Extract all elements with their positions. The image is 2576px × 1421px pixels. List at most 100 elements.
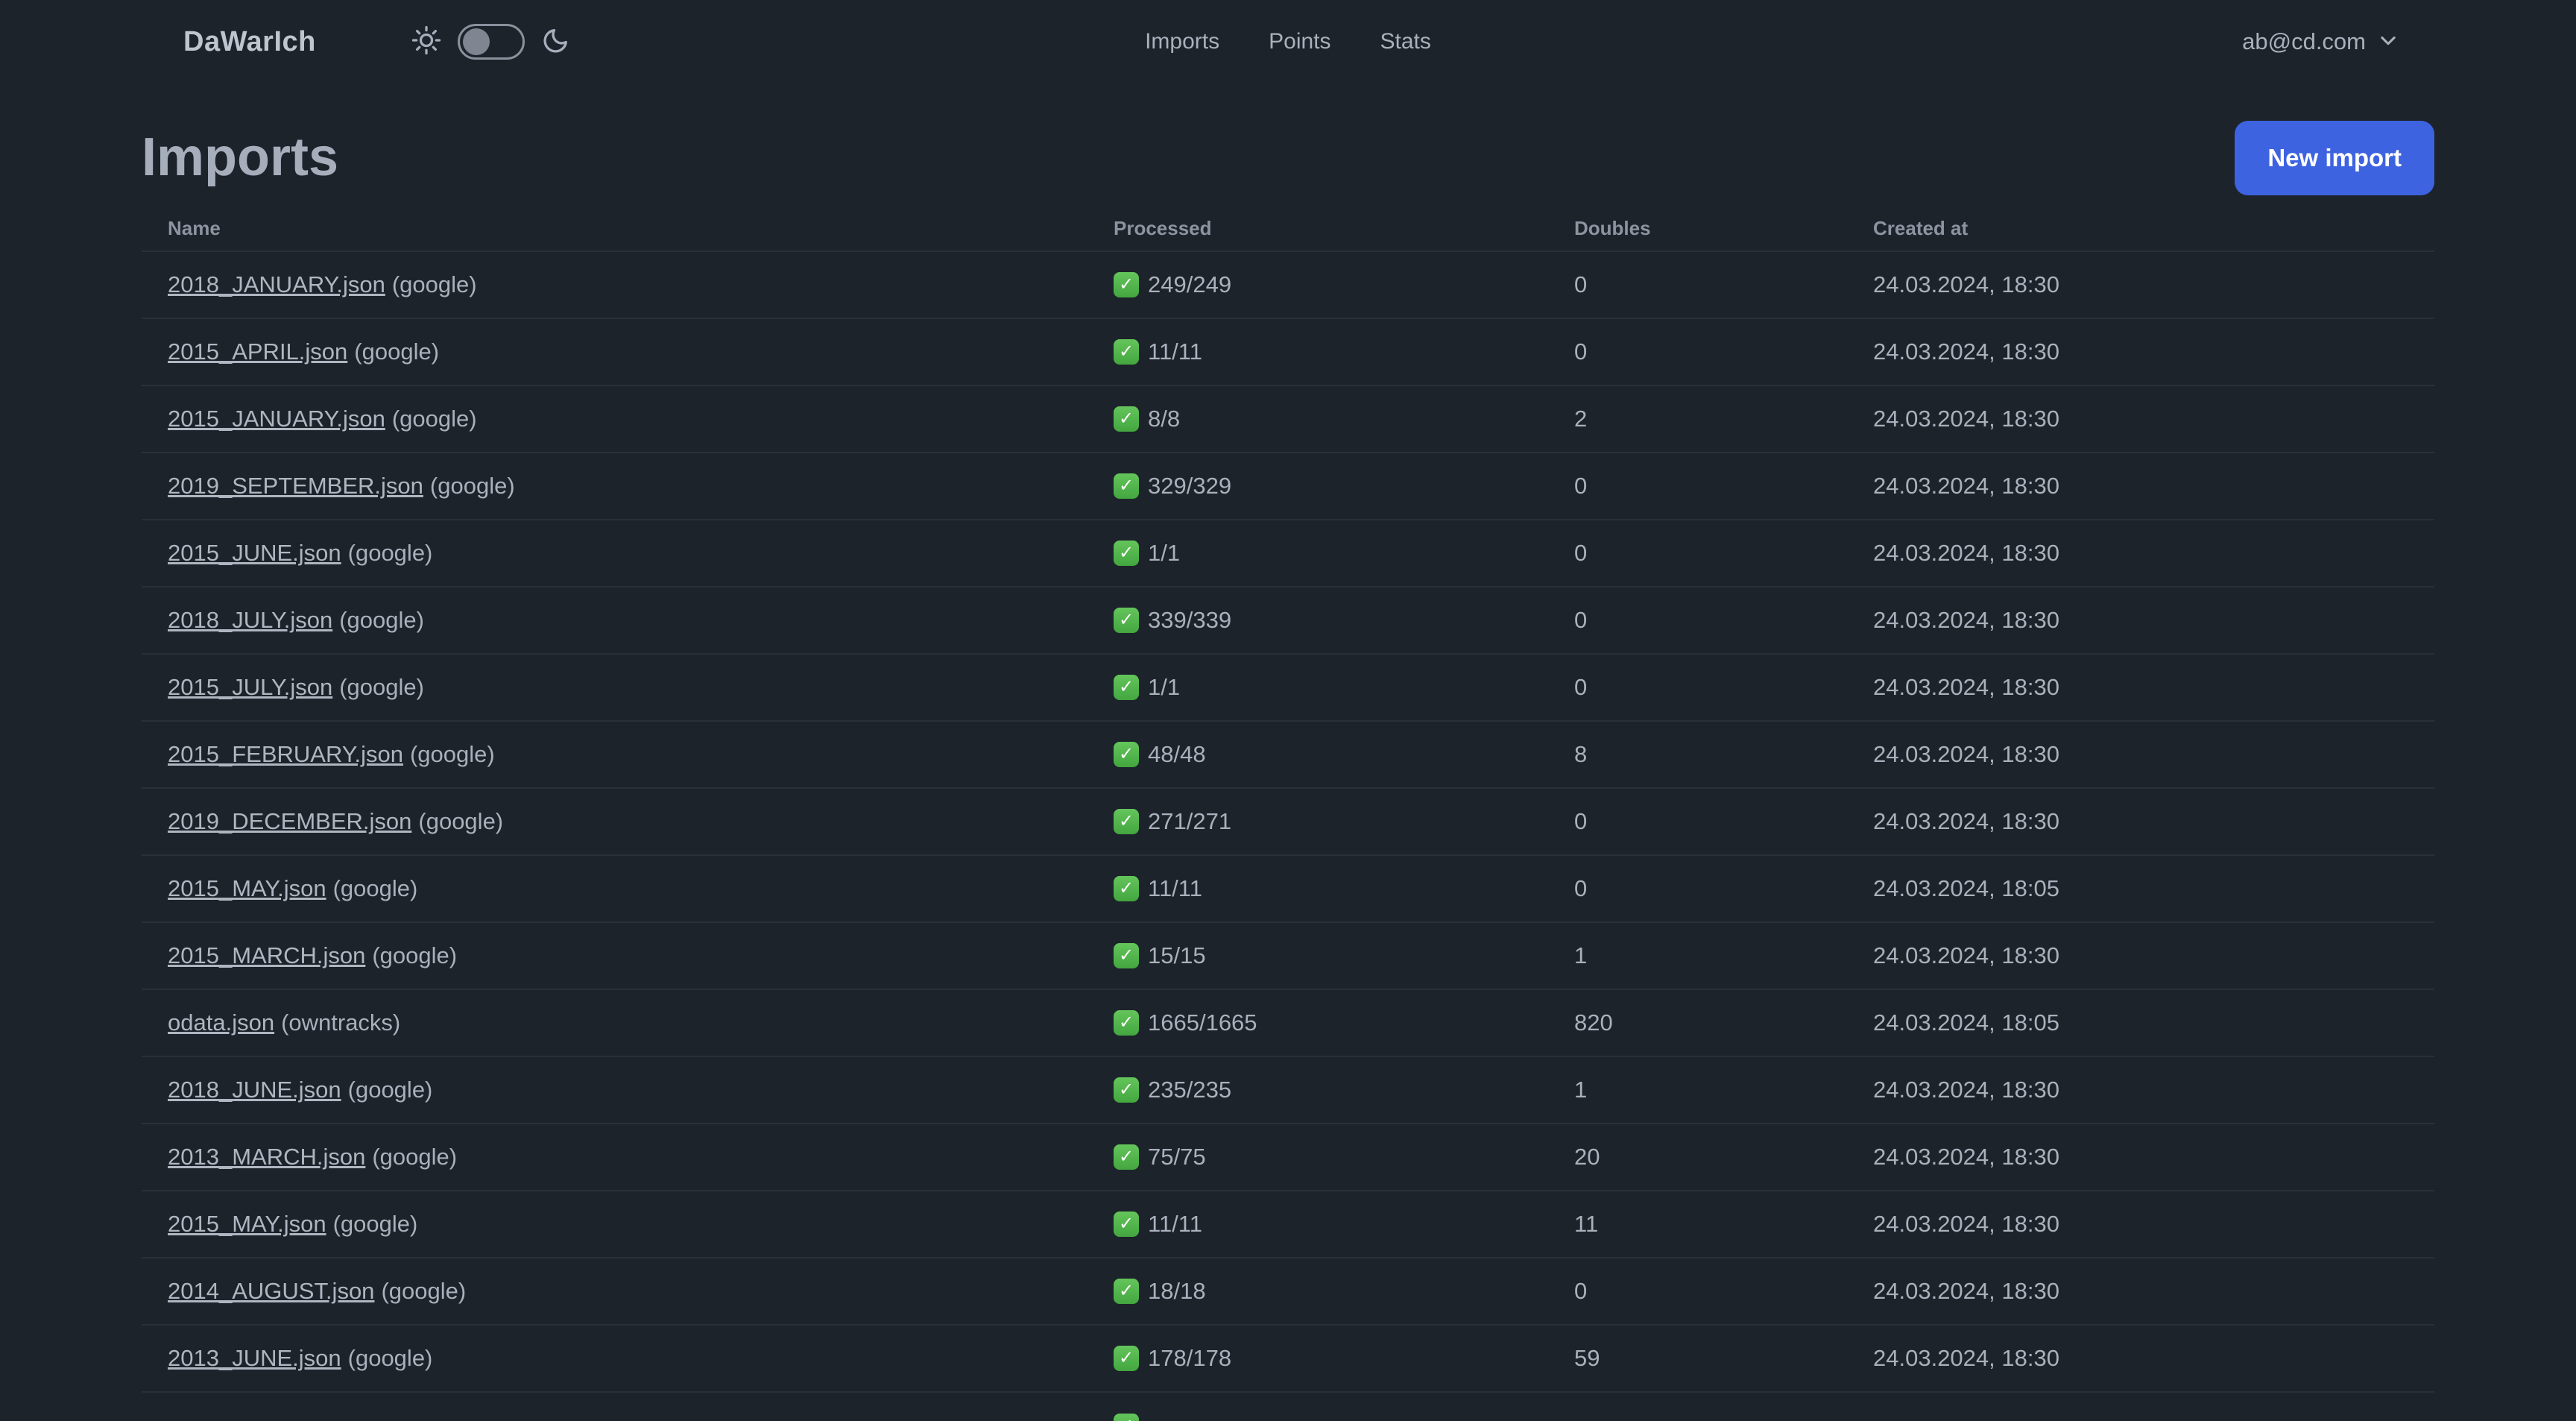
- sun-icon: [411, 25, 441, 59]
- processed-count: 8/8: [1148, 406, 1181, 432]
- import-name-cell: 2019_SEPTEMBER.json (google): [168, 473, 1114, 500]
- import-source-label: (google): [381, 1278, 467, 1304]
- import-created-at-cell: 24.03.2024, 18:30: [1873, 1278, 2059, 1304]
- success-checkmark-icon: ✓: [1114, 675, 1139, 700]
- import-doubles-cell: 0: [1574, 473, 1588, 499]
- success-checkmark-icon: ✓: [1114, 742, 1139, 767]
- processed-count: 235/235: [1148, 1077, 1232, 1103]
- import-name-cell: 2018_JANUARY.json (google): [168, 271, 1114, 298]
- table-row: 2015_MARCH.json (google) ✓ 15/15 1 24.03.…: [142, 923, 2434, 990]
- import-file-link[interactable]: odata.json: [168, 1009, 274, 1036]
- success-checkmark-icon: ✓: [1114, 809, 1139, 834]
- processed-count: 11/11: [1148, 338, 1202, 365]
- import-name-cell: 2013_MARCH.json (google): [168, 1144, 1114, 1170]
- import-processed-cell: ✓ 48/48: [1114, 741, 1574, 768]
- processed-count: 1665/1665: [1148, 1009, 1257, 1036]
- import-doubles-cell: 20: [1574, 1144, 1600, 1170]
- table-row: odata.json (owntracks) ✓ 1665/1665 820 24…: [142, 990, 2434, 1057]
- import-created-at-cell: 24.03.2024, 18:30: [1873, 607, 2059, 633]
- nav-points[interactable]: Points: [1269, 29, 1330, 54]
- import-name-cell: 2013_JUNE.json (google): [168, 1345, 1114, 1372]
- nav-imports[interactable]: Imports: [1145, 29, 1219, 54]
- import-created-at-cell: 24.03.2024, 18:05: [1873, 1009, 2059, 1036]
- table-row: 2018_JULY.json (google) ✓ 339/339 0 24.03…: [142, 587, 2434, 655]
- import-doubles-cell: 0: [1574, 674, 1588, 700]
- import-created-at-cell: 24.03.2024, 18:30: [1873, 1144, 2059, 1170]
- processed-count: 249/249: [1148, 271, 1232, 297]
- import-created-at-cell: 24.03.2024, 18:30: [1873, 473, 2059, 499]
- import-file-link[interactable]: 2015_MARCH.json: [168, 942, 365, 968]
- import-created-at-cell: 24.03.2024, 18:30: [1873, 1345, 2059, 1371]
- import-file-link[interactable]: 2019_SEPTEMBER.json: [168, 473, 423, 499]
- import-processed-cell: ✓ 271/271: [1114, 808, 1574, 835]
- theme-switch[interactable]: [457, 24, 525, 60]
- import-created-at-cell: 24.03.2024, 18:30: [1873, 808, 2059, 834]
- import-doubles-cell: 1: [1574, 1077, 1588, 1103]
- table-row: 2015_JANUARY.json (google) ✓ 8/8 2 24.03.…: [142, 386, 2434, 453]
- import-file-link[interactable]: 2013_MARCH.json: [168, 1144, 365, 1170]
- new-import-button[interactable]: New import: [2235, 121, 2434, 195]
- table-row: 2019_SEPTEMBER.json (google) ✓ 329/329 0 …: [142, 453, 2434, 520]
- col-header-processed: Processed: [1114, 216, 1212, 239]
- import-file-link[interactable]: 2015_JANUARY.json: [168, 406, 385, 432]
- nav-stats[interactable]: Stats: [1380, 29, 1431, 54]
- table-row: 2015_JULY.json (google) ✓ 1/1 0 24.03.202…: [142, 655, 2434, 722]
- import-doubles-cell: 0: [1574, 271, 1588, 297]
- user-email[interactable]: ab@cd.com: [2242, 28, 2366, 55]
- success-checkmark-icon: ✓: [1114, 1414, 1139, 1421]
- theme-switch-knob[interactable]: [462, 28, 490, 55]
- import-processed-cell: ✓ 75/75: [1114, 1144, 1574, 1170]
- processed-count: 18/18: [1148, 1278, 1206, 1304]
- import-source-label: (google): [409, 741, 495, 767]
- import-file-link[interactable]: 2015_MAY.json: [168, 1211, 326, 1237]
- import-file-link[interactable]: 2018_JUNE.json: [168, 1077, 341, 1103]
- import-created-at-cell: 24.03.2024, 18:30: [1873, 540, 2059, 566]
- import-file-link[interactable]: 2015_MAY.json: [168, 875, 326, 901]
- import-processed-cell: ✓ 11/11: [1114, 338, 1574, 365]
- imports-table: Name Processed Doubles Created at 2018_J…: [142, 206, 2434, 1421]
- import-processed-cell: ✓ 178/178: [1114, 1345, 1574, 1372]
- import-processed-cell: ✓ 1/1: [1114, 674, 1574, 701]
- import-file-link[interactable]: 2019_DECEMBER.json: [168, 808, 411, 834]
- import-created-at-cell: 24.03.2024, 18:30: [1873, 942, 2059, 968]
- moon-icon: [541, 25, 571, 59]
- success-checkmark-icon: ✓: [1114, 943, 1139, 968]
- col-header-doubles: Doubles: [1574, 216, 1651, 239]
- import-source-label: (google): [354, 338, 440, 365]
- table-row: 2018_JANUARY.json (google) ✓ 249/249 0 24…: [142, 252, 2434, 319]
- user-menu[interactable]: ab@cd.com: [2242, 28, 2399, 55]
- processed-count: 11/11: [1148, 875, 1202, 901]
- import-source-label: (google): [339, 607, 424, 633]
- import-doubles-cell: 59: [1574, 1345, 1600, 1371]
- import-doubles-cell: 0: [1574, 875, 1588, 901]
- import-name-cell: 2018_JULY.json (google): [168, 607, 1114, 634]
- import-source-label: (owntracks): [281, 1009, 401, 1036]
- import-file-link[interactable]: 2015_APRIL.json: [168, 338, 347, 365]
- success-checkmark-icon: ✓: [1114, 1346, 1139, 1371]
- success-checkmark-icon: ✓: [1114, 1212, 1139, 1237]
- table-row: 2015_MAY.json (google) ✓ 11/11 11 24.03.2…: [142, 1191, 2434, 1258]
- import-file-link[interactable]: 2018_JANUARY.json: [168, 271, 385, 297]
- import-source-label: (google): [391, 271, 477, 297]
- import-name-cell: 2015_JUNE.json (google): [168, 540, 1114, 567]
- import-doubles-cell: 0: [1574, 540, 1588, 566]
- import-processed-cell: ✓ 11/11: [1114, 875, 1574, 902]
- import-name-cell: 2015_MAY.json (google): [168, 1211, 1114, 1238]
- import-doubles-cell: 8: [1574, 741, 1588, 767]
- import-file-link[interactable]: 2015_FEBRUARY.json: [168, 741, 403, 767]
- import-source-label: (google): [391, 406, 477, 432]
- processed-count: 48/48: [1148, 741, 1206, 767]
- import-doubles-cell: 0: [1574, 1278, 1588, 1304]
- import-processed-cell: ✓ 18/18: [1114, 1278, 1574, 1305]
- app-logo[interactable]: DaWarIch: [183, 26, 316, 58]
- import-file-link[interactable]: 2015_JUNE.json: [168, 540, 341, 566]
- import-file-link[interactable]: 2018_JULY.json: [168, 607, 332, 633]
- success-checkmark-icon: ✓: [1114, 608, 1139, 633]
- import-file-link[interactable]: 2015_JULY.json: [168, 674, 332, 700]
- col-header-name: Name: [168, 216, 221, 239]
- success-checkmark-icon: ✓: [1114, 406, 1139, 432]
- import-file-link[interactable]: 2014_AUGUST.json: [168, 1278, 374, 1304]
- import-name-cell: 2018_JUNE.json (google): [168, 1077, 1114, 1103]
- success-checkmark-icon: ✓: [1114, 1010, 1139, 1036]
- import-file-link[interactable]: 2013_JUNE.json: [168, 1345, 341, 1371]
